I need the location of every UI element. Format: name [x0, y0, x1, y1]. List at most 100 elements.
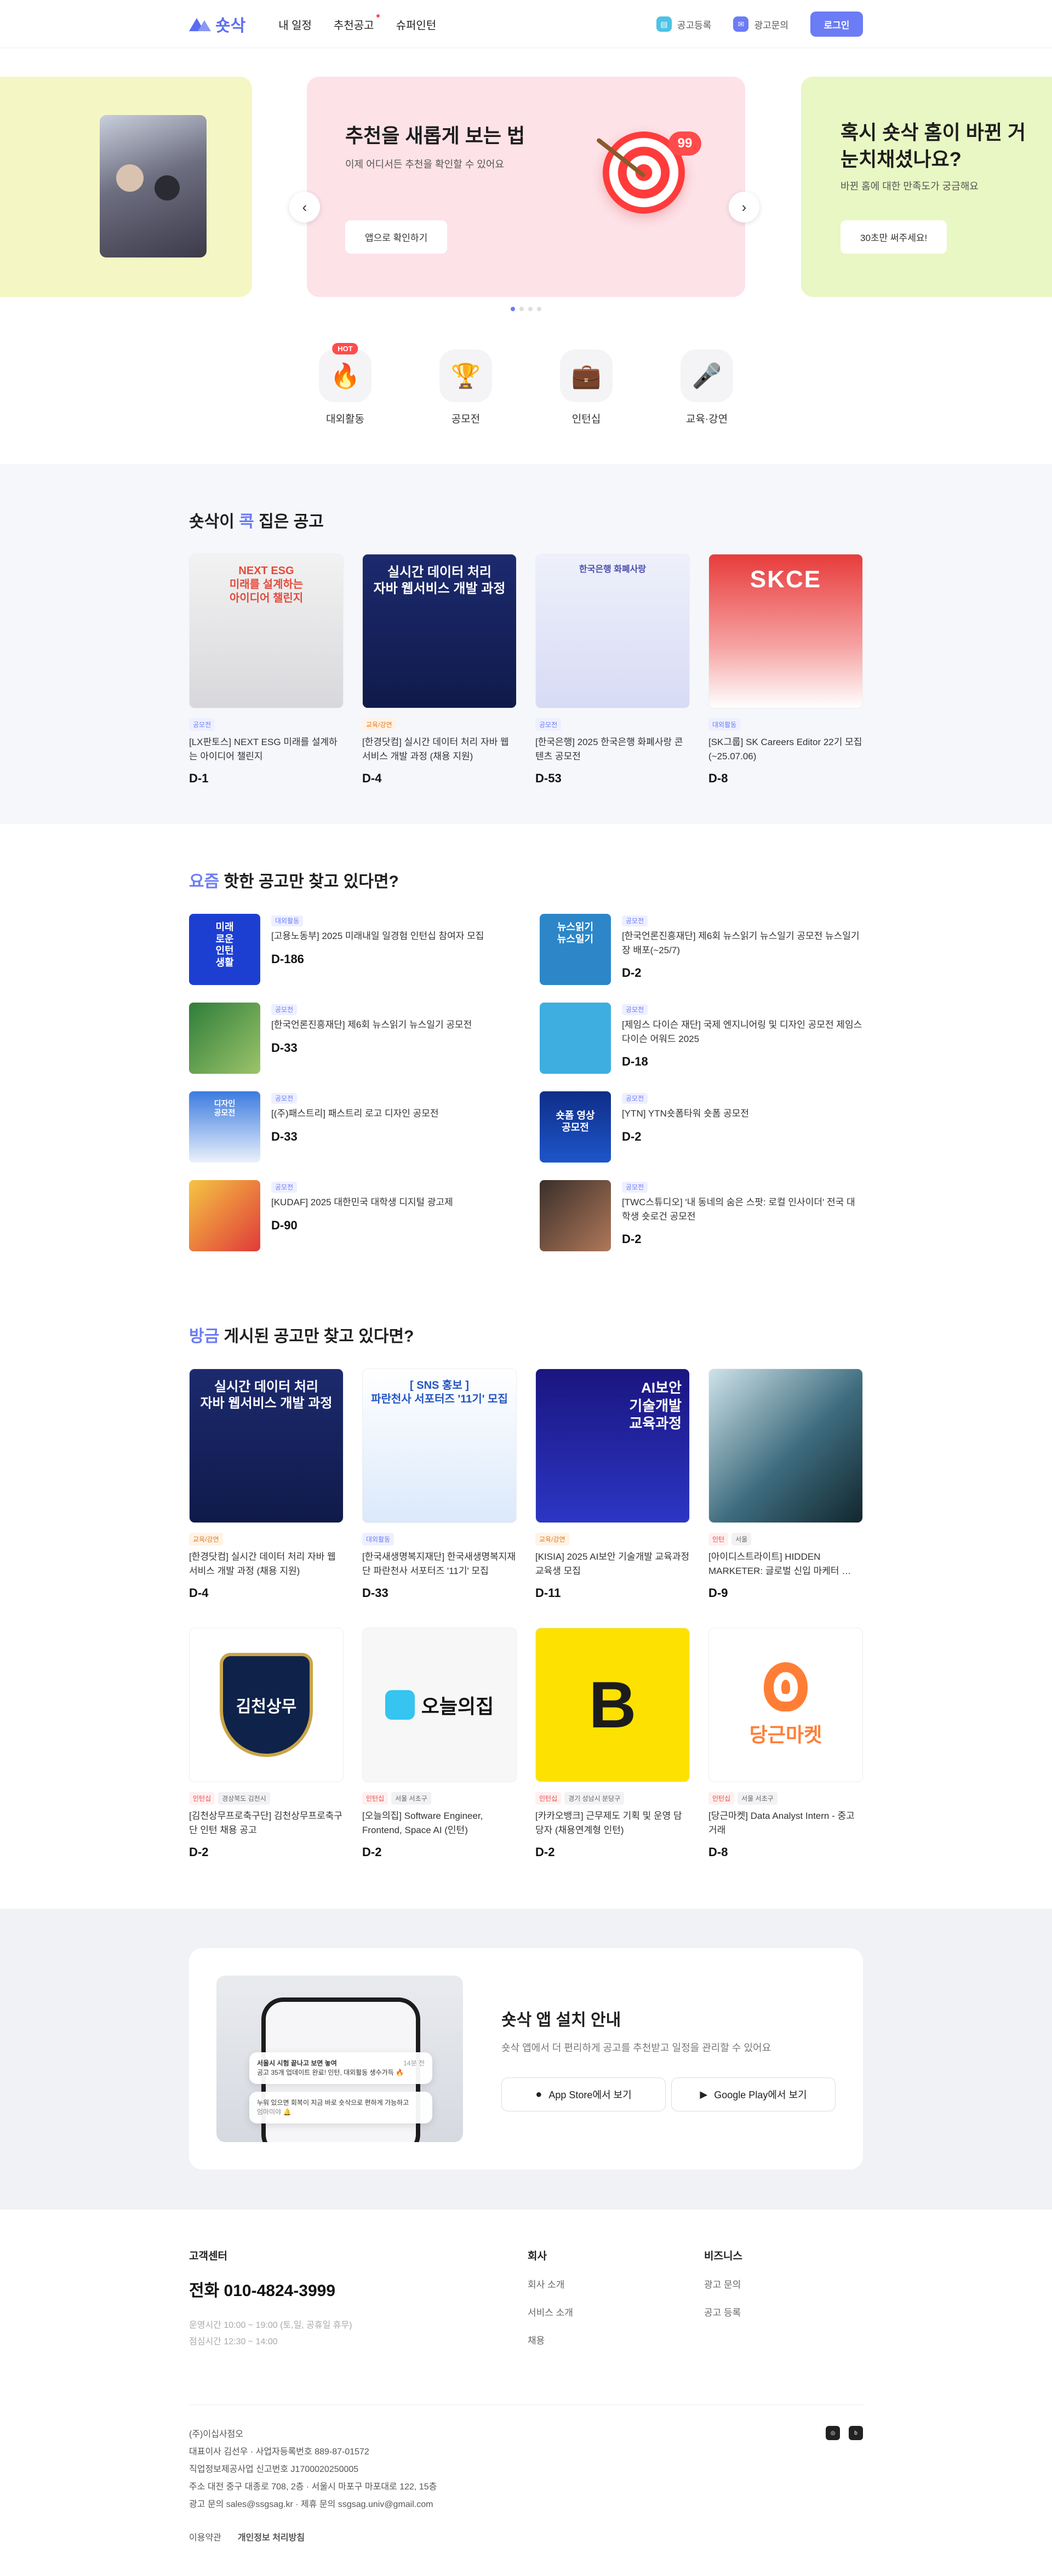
thumbnail-text: 김천상무: [236, 1698, 297, 1716]
footer: 고객센터 전화 010-4824-3999 운영시간 10:00 ~ 19:00…: [0, 2209, 1052, 2576]
category-tag: 공모전: [622, 1004, 648, 1015]
banner-slide-next[interactable]: 혹시 숏삭 홈이 바뀐 거 눈치채셨나요? 바뀐 홈에 대한 만족도가 궁금해요…: [801, 77, 1052, 297]
pagination-dot[interactable]: [519, 307, 524, 311]
d-day: D-33: [362, 1586, 388, 1600]
posting-card[interactable]: [ SNS 홍보 ] 파란천사 서포터즈 '11기' 모집 대외활동 [한국새생…: [362, 1369, 517, 1600]
banner-photo: [100, 115, 207, 257]
thumbnail-text: 숏폼 영상 공모전: [556, 1110, 595, 1133]
login-button[interactable]: 로그인: [810, 12, 863, 37]
category-label: 교육·강연: [685, 414, 728, 425]
category-internship[interactable]: 💼 인턴십: [560, 350, 613, 426]
d-day: D-4: [189, 1586, 209, 1600]
nav-recommended[interactable]: 추천공고: [334, 14, 380, 32]
banner-desc: 이제 어디서든 추천을 확인할 수 있어요: [345, 159, 504, 170]
list-item[interactable]: 공모전 [KUDAF] 2025 대한민국 대학생 디지털 광고제 D-90: [189, 1180, 512, 1251]
posting-card[interactable]: 실시간 데이터 처리 자바 웹서비스 개발 과정 교육/강연 [한경닷컴] 실시…: [362, 554, 517, 786]
location-tag: 경상북도 김천시: [218, 1792, 270, 1805]
instagram-icon[interactable]: ◎: [826, 2426, 840, 2440]
company-ceo: 대표이사 김선우 · 사업자등록번호 889-87-01572: [189, 2447, 369, 2457]
thumbnail-text: NEXT ESG 미래를 설계하는 아이디어 챌린지: [229, 565, 304, 604]
footer-link-about[interactable]: 회사 소개: [528, 2277, 704, 2291]
posting-card[interactable]: 오늘의집 인턴십 서울 서초구 [오늘의집] Software Engineer,…: [362, 1628, 517, 1859]
banner-slide-current[interactable]: 추천을 새롭게 보는 법 이제 어디서든 추천을 확인할 수 있어요 앱으로 확…: [307, 77, 745, 297]
pagination-dot[interactable]: [528, 307, 533, 311]
footer-link-careers[interactable]: 채용: [528, 2333, 704, 2346]
nav-super-intern[interactable]: 슈퍼인턴: [396, 16, 437, 32]
list-item[interactable]: 공모전 [제임스 다이슨 재단] 국제 엔지니어링 및 디자인 공모전 제임스 다…: [540, 1003, 863, 1074]
posting-card[interactable]: B 인턴십 경기 성남시 분당구 [카카오뱅크] 근무제도 기획 및 운영 담당자…: [535, 1628, 690, 1859]
notif-sub: 엄마미야 🔔: [257, 2108, 291, 2116]
appstore-button[interactable]: ● App Store에서 보기: [501, 2077, 666, 2111]
posting-title: [KISIA] 2025 AI보안 기술개발 교육과정 교육생 모집: [535, 1552, 690, 1576]
title-part: 게시된 공고만 찾고 있다면?: [219, 1327, 414, 1346]
posting-card[interactable]: SKCE 대외활동 [SK그룹] SK Careers Editor 22기 모…: [708, 554, 863, 786]
banner-next-button[interactable]: ›: [729, 192, 759, 222]
d-day: D-18: [622, 1055, 648, 1068]
posting-title: [한국언론진흥재단] 제6회 뉴스읽기 뉴스일기 공모전 뉴스일기장 배포(~2…: [622, 931, 860, 955]
thumbnail-text: 당근마켓: [749, 1724, 822, 1746]
logo[interactable]: 숏삭: [189, 12, 245, 36]
posting-title: [당근마켓] Data Analyst Intern - 중고거래: [708, 1811, 855, 1835]
category-tag: 공모전: [271, 1004, 298, 1015]
category-tag: 공모전: [271, 1093, 298, 1104]
posting-title: [한경닷컴] 실시간 데이터 처리 자바 웹 서비스 개발 과정 (채용 지원): [189, 1552, 336, 1576]
category-row: HOT 🔥 대외활동 🏆 공모전 💼 인턴십 🎤 교육·강연: [0, 311, 1052, 464]
notif-title: 서울시 시험 끝나고 보면 놓여: [257, 2059, 337, 2067]
list-item[interactable]: 공모전 [한국언론진흥재단] 제6회 뉴스읽기 뉴스일기 공모전 D-33: [189, 1003, 512, 1074]
posting-title: [TWC스튜디오] '내 동네의 숨은 스팟: 로컬 인사이더' 전국 대학생 …: [622, 1197, 855, 1222]
posting-title: [LX판토스] NEXT ESG 미래를 설계하는 아이디어 챌린지: [189, 737, 338, 762]
title-part: 핫한 공고만 찾고 있다면?: [219, 873, 399, 891]
posting-card[interactable]: 당근마켓 인턴십 서울 서초구 [당근마켓] Data Analyst Inter…: [708, 1628, 863, 1859]
posting-card[interactable]: NEXT ESG 미래를 설계하는 아이디어 챌린지 공모전 [LX판토스] N…: [189, 554, 344, 786]
cs-phone[interactable]: 전화 010-4824-3999: [189, 2277, 528, 2301]
category-activities[interactable]: HOT 🔥 대외활동: [319, 343, 371, 426]
category-contest[interactable]: 🏆 공모전: [439, 350, 492, 426]
banner-prev-button[interactable]: ‹: [289, 192, 320, 222]
category-label: 대외활동: [326, 414, 364, 425]
blog-icon[interactable]: b: [849, 2426, 863, 2440]
hero-banner: 추천을 새롭게 보는 법 이제 어디서든 추천을 확인할 수 있어요 앱으로 확…: [0, 48, 1052, 311]
posting-card[interactable]: 한국은행 화폐사랑 공모전 [한국은행] 2025 한국은행 화폐사랑 콘텐츠 …: [535, 554, 690, 786]
footer-link-post-job[interactable]: 공고 등록: [704, 2305, 742, 2319]
category-education[interactable]: 🎤 교육·강연: [681, 350, 733, 426]
posting-thumbnail: AI보안 기술개발 교육과정: [535, 1369, 690, 1523]
posting-card[interactable]: 실시간 데이터 처리 자바 웹서비스 개발 과정 교육/강연 [한경닷컴] 실시…: [189, 1369, 344, 1600]
list-item[interactable]: 숏폼 영상 공모전 공모전 [YTN] YTN숏폼타워 숏폼 공모전 D-2: [540, 1091, 863, 1163]
footer-link-service[interactable]: 서비스 소개: [528, 2305, 704, 2319]
posting-thumbnail: [189, 1180, 260, 1251]
banner-next-cta-button[interactable]: 30초만 써주세요!: [841, 220, 947, 254]
privacy-link[interactable]: 개인정보 처리방침: [238, 2530, 305, 2543]
list-item[interactable]: 디자인 공모전 공모전 [(주)패스트리] 패스트리 로고 디자인 공모전 D-33: [189, 1091, 512, 1163]
pagination-dot[interactable]: [537, 307, 541, 311]
footer-link-ad-inquiry[interactable]: 광고 문의: [704, 2277, 742, 2291]
d-day: D-33: [271, 1040, 298, 1055]
category-tag: 공모전: [271, 1182, 298, 1193]
category-tag: 인턴: [708, 1533, 729, 1545]
d-day: D-2: [535, 1845, 555, 1859]
category-tag: 인턴십: [708, 1792, 735, 1805]
logo-mark-icon: [189, 17, 211, 31]
ad-inquiry-link[interactable]: ✉ 광고문의: [733, 16, 788, 32]
list-item[interactable]: 공모전 [TWC스튜디오] '내 동네의 숨은 스팟: 로컬 인사이더' 전국 대…: [540, 1180, 863, 1251]
posting-card[interactable]: 김천상무 인턴십 경상북도 김천시 [김천상무프로축구단] 김천상무프로축구단 인…: [189, 1628, 344, 1859]
posting-card[interactable]: AI보안 기술개발 교육과정 교육/강연 [KISIA] 2025 AI보안 기…: [535, 1369, 690, 1600]
terms-link[interactable]: 이용약관: [189, 2530, 221, 2543]
phone-mockup: 서울시 시험 끝나고 보면 놓여 14분 전 공고 35개 업데이트 완료! 인턴…: [216, 1976, 463, 2142]
posting-thumbnail: NEXT ESG 미래를 설계하는 아이디어 챌린지: [189, 554, 344, 708]
nav-my-schedule[interactable]: 내 일정: [278, 16, 312, 32]
posting-title: [KUDAF] 2025 대한민국 대학생 디지털 광고제: [271, 1197, 453, 1207]
posting-title: [김천상무프로축구단] 김천상무프로축구단 인턴 채용 공고: [189, 1811, 343, 1835]
list-item[interactable]: 뉴스읽기 뉴스일기 공모전 [한국언론진흥재단] 제6회 뉴스읽기 뉴스일기 공모…: [540, 914, 863, 985]
banner-cta-button[interactable]: 앱으로 확인하기: [345, 220, 448, 254]
pagination-dot[interactable]: [511, 307, 515, 311]
googleplay-button[interactable]: ▶ Google Play에서 보기: [671, 2077, 836, 2111]
list-item[interactable]: 미래 로운 인턴 생활 대외활동 [고용노동부] 2025 미래내일 일경험 인턴…: [189, 914, 512, 985]
banner-slide-prev[interactable]: [0, 77, 252, 297]
ad-register-link[interactable]: ▤ 공고등록: [656, 16, 711, 32]
category-tag: 대외활동: [362, 1533, 395, 1545]
register-icon: ▤: [656, 16, 672, 32]
hot-section: 요즘 핫한 공고만 찾고 있다면? 미래 로운 인턴 생활 대외활동 [고용노동부…: [0, 824, 1052, 1290]
posting-card[interactable]: 인턴 서울 [아이디스트라이트] HIDDEN MARKETER: 글로벌 신입 …: [708, 1369, 863, 1600]
posting-title: [제임스 다이슨 재단] 국제 엔지니어링 및 디자인 공모전 제임스 다이슨 …: [622, 1020, 862, 1044]
section-title: 요즘 핫한 공고만 찾고 있다면?: [189, 868, 863, 892]
